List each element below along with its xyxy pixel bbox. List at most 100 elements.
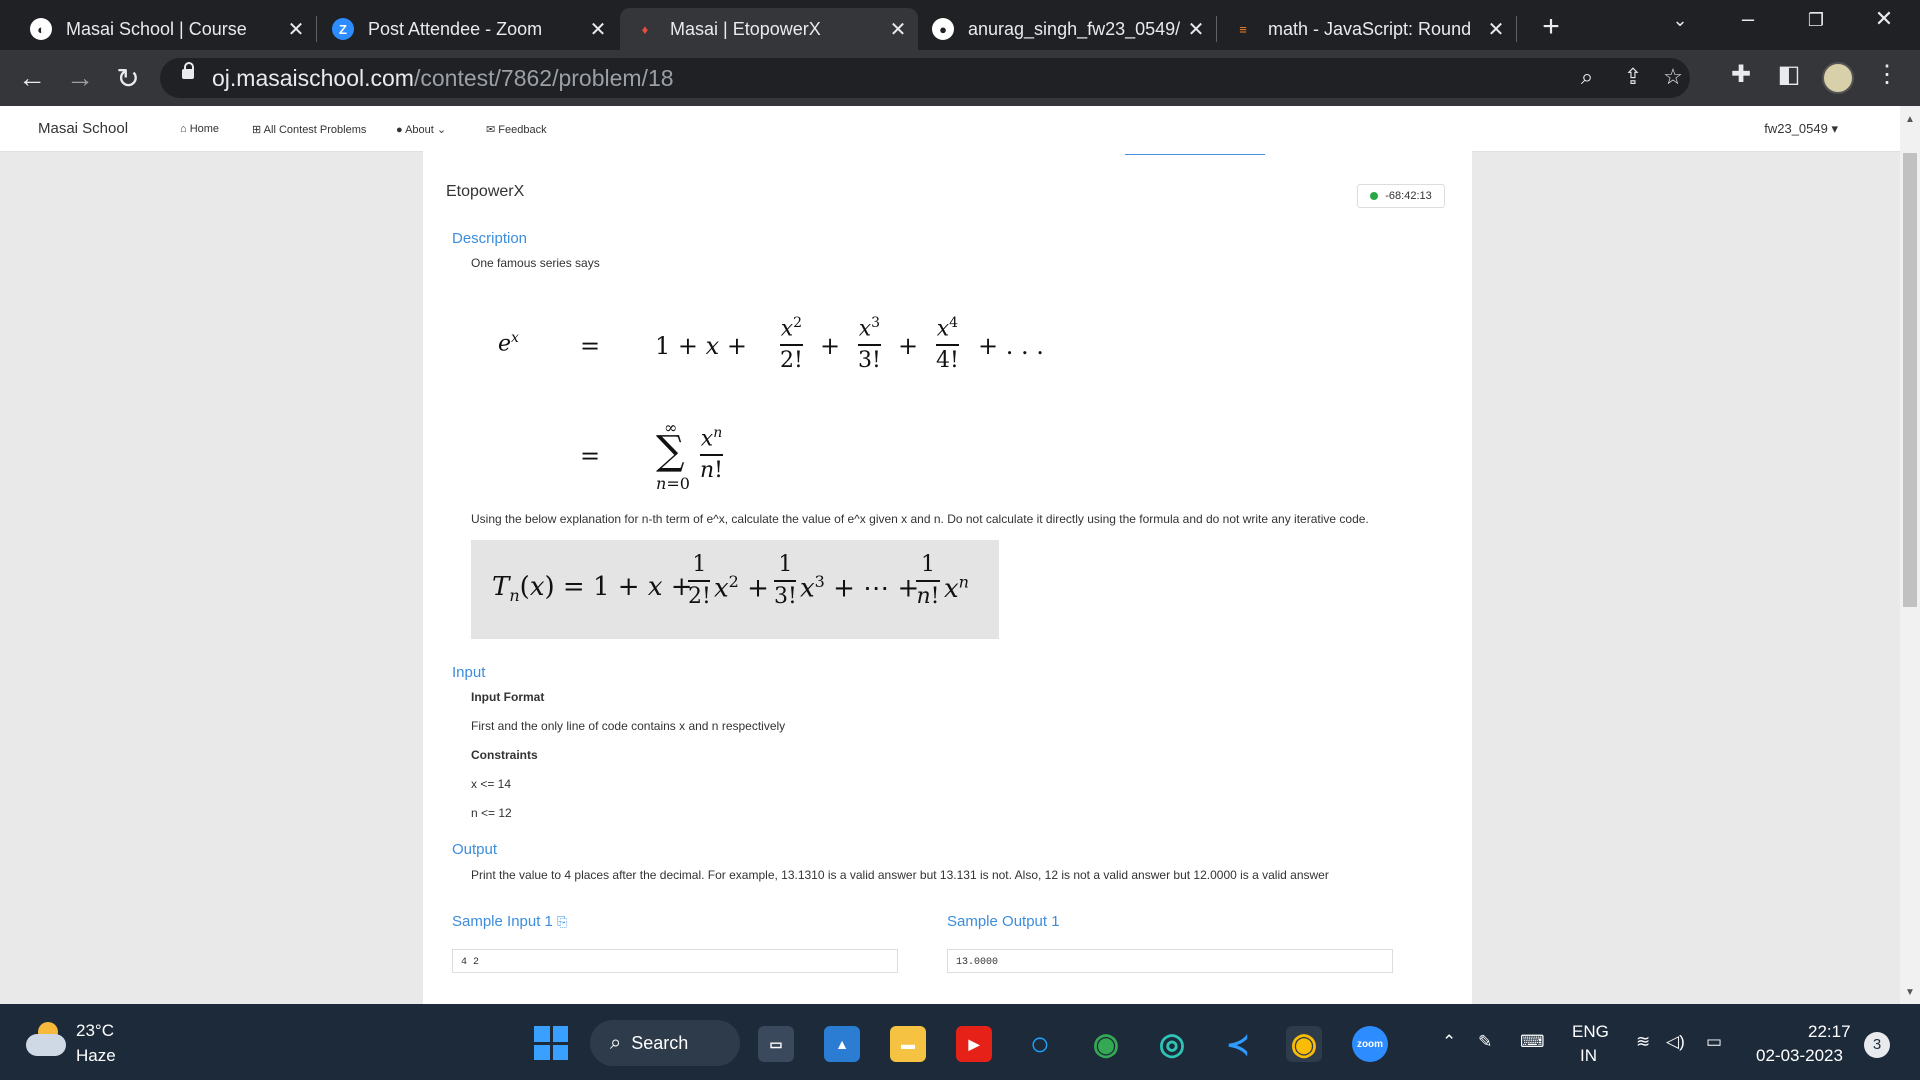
weather-temperature[interactable]: 23°C xyxy=(76,1021,114,1041)
clock-date[interactable]: 02-03-2023 xyxy=(1756,1046,1843,1066)
language-code[interactable]: ENG xyxy=(1572,1022,1609,1042)
search-icon: ⌕ xyxy=(610,1031,622,1054)
constraint-n: n <= 12 xyxy=(471,806,512,820)
restore-icon[interactable]: ❐ xyxy=(1796,10,1836,31)
constraints-heading: Constraints xyxy=(471,748,538,762)
output-text: Print the value to 4 places after the de… xyxy=(471,868,1329,882)
notification-badge[interactable]: 3 xyxy=(1864,1032,1890,1058)
pen-input-icon[interactable]: ✎ xyxy=(1478,1032,1492,1052)
profile-avatar[interactable] xyxy=(1822,62,1854,94)
side-panel-icon[interactable]: ◧ xyxy=(1772,60,1806,89)
tab-github[interactable]: ● anurag_singh_fw23_0549/ ✕ xyxy=(918,8,1216,50)
battery-icon[interactable]: ▭ xyxy=(1706,1032,1722,1052)
site-brand[interactable]: Masai School xyxy=(38,120,128,137)
tab-title: Masai | EtopowerX xyxy=(670,18,821,39)
stackoverflow-icon: ≡ xyxy=(1232,18,1254,40)
search-label: Search xyxy=(631,1032,689,1053)
vscode-icon[interactable]: ≺ xyxy=(1220,1026,1256,1062)
share-icon[interactable]: ⇪ xyxy=(1616,64,1650,90)
volume-icon[interactable]: ◁) xyxy=(1666,1032,1685,1052)
close-tab-icon[interactable]: ✕ xyxy=(284,17,308,42)
tab-masai-course[interactable]: ◐ Masai School | Course ✕ xyxy=(16,8,316,50)
info-icon: ● xyxy=(396,124,406,136)
tab-separator xyxy=(316,16,317,42)
masai-icon: ♦ xyxy=(634,18,656,40)
back-icon[interactable]: ← xyxy=(14,62,50,94)
close-tab-icon[interactable]: ✕ xyxy=(586,17,610,42)
zoom-level-icon[interactable]: ⌕ xyxy=(1570,64,1604,90)
wifi-icon[interactable]: ≋ xyxy=(1636,1032,1650,1052)
address-bar[interactable]: oj.masaischool.com/contest/7862/problem/… xyxy=(160,58,1690,98)
windows-start-icon[interactable] xyxy=(534,1026,568,1060)
tab-stackoverflow[interactable]: ≡ math - JavaScript: Round ✕ xyxy=(1218,8,1516,50)
sample-input-title: Sample Input 1 xyxy=(452,913,553,930)
menu-kebab-icon[interactable]: ⋮ xyxy=(1870,60,1904,89)
minimize-icon[interactable]: – xyxy=(1728,6,1768,32)
chrome-profile-icon[interactable]: ◉ xyxy=(1286,1026,1322,1062)
edge-icon[interactable]: ◎ xyxy=(1154,1026,1190,1062)
weather-condition[interactable]: Haze xyxy=(76,1046,116,1066)
keyboard-icon[interactable]: ⌨ xyxy=(1520,1032,1545,1052)
nav-home[interactable]: ⌂ Home xyxy=(180,123,219,135)
photos-icon[interactable]: ▲ xyxy=(824,1026,860,1062)
nav-all-contest-problems[interactable]: ⊞ All Contest Problems xyxy=(252,123,366,136)
taskbar-search[interactable]: ⌕ Search xyxy=(590,1020,740,1066)
nav-about[interactable]: ● About ⌄ xyxy=(396,123,446,136)
bookmark-star-icon[interactable]: ☆ xyxy=(1656,64,1690,90)
tab-etopowerx[interactable]: ♦ Masai | EtopowerX ✕ xyxy=(620,8,918,50)
close-tab-icon[interactable]: ✕ xyxy=(1184,17,1208,42)
url-text[interactable]: oj.masaischool.com/contest/7862/problem/… xyxy=(212,65,674,92)
close-tab-icon[interactable]: ✕ xyxy=(1484,17,1508,42)
chrome-icon[interactable]: ◉ xyxy=(1088,1026,1124,1062)
tab-title: Masai School | Course xyxy=(66,18,247,39)
tray-overflow-icon[interactable]: ⌃ xyxy=(1442,1032,1456,1052)
description-intro: One famous series says xyxy=(471,256,600,270)
caret-down-icon: ▾ xyxy=(1827,121,1838,136)
address-toolbar: ← → ↻ oj.masaischool.com/contest/7862/pr… xyxy=(0,50,1920,106)
scroll-up-icon[interactable]: ▲ xyxy=(1900,114,1920,125)
grid-icon: ⊞ xyxy=(252,124,264,136)
weather-icon[interactable] xyxy=(26,1022,68,1060)
reload-icon[interactable]: ↻ xyxy=(110,62,146,95)
tab-title: math - JavaScript: Round xyxy=(1268,18,1472,39)
zoom-app-icon[interactable]: zoom xyxy=(1352,1026,1388,1062)
close-tab-icon[interactable]: ✕ xyxy=(886,17,910,42)
clock-time[interactable]: 22:17 xyxy=(1808,1022,1851,1042)
task-view-icon[interactable]: ▭ xyxy=(758,1026,794,1062)
input-format-text: First and the only line of code contains… xyxy=(471,719,786,733)
sample-input-box[interactable]: 4 2 xyxy=(452,949,898,973)
copy-icon[interactable]: ⎘ xyxy=(557,914,567,929)
scrollbar-thumb[interactable] xyxy=(1903,153,1917,607)
tab-zoom[interactable]: Z Post Attendee - Zoom ✕ xyxy=(318,8,618,50)
tab-separator xyxy=(1216,16,1217,42)
user-menu[interactable]: fw23_0549 ▾ xyxy=(1764,121,1838,137)
nav-problems-label: All Contest Problems xyxy=(263,124,367,136)
new-tab-icon[interactable]: + xyxy=(1534,10,1568,44)
instruction-text: Using the below explanation for n-th ter… xyxy=(471,512,1369,526)
extensions-icon[interactable]: ✚ xyxy=(1724,60,1758,89)
constraint-x: x <= 14 xyxy=(471,777,512,791)
nav-home-label: Home xyxy=(189,123,220,135)
globe-icon: ◐ xyxy=(30,18,52,40)
close-window-icon[interactable]: ✕ xyxy=(1864,6,1904,32)
input-format-heading: Input Format xyxy=(471,690,545,704)
sample-output-box[interactable]: 13.0000 xyxy=(947,949,1393,973)
problem-title: EtopowerX xyxy=(446,183,525,200)
sample-input-label: Sample Input 1 ⎘ xyxy=(452,913,567,930)
region-code[interactable]: IN xyxy=(1580,1046,1597,1066)
nav-feedback[interactable]: ✉ Feedback xyxy=(486,123,547,136)
cortana-icon[interactable]: ○ xyxy=(1022,1025,1058,1063)
nav-about-label: About xyxy=(405,124,434,136)
active-tab-indicator xyxy=(1125,151,1265,155)
youtube-icon[interactable]: ▶ xyxy=(956,1026,992,1062)
forward-icon[interactable]: → xyxy=(62,62,98,94)
output-heading: Output xyxy=(452,841,498,858)
tab-title: anurag_singh_fw23_0549/ xyxy=(968,18,1181,39)
scroll-down-icon[interactable]: ▼ xyxy=(1900,987,1920,998)
github-icon: ● xyxy=(932,18,954,40)
file-explorer-icon[interactable]: ▬ xyxy=(890,1026,926,1062)
page-scrollbar[interactable]: ▲ ▼ xyxy=(1900,106,1920,1004)
home-icon: ⌂ xyxy=(180,123,190,135)
tab-search-icon[interactable]: ⌄ xyxy=(1660,10,1700,31)
feedback-icon: ✉ xyxy=(486,124,499,136)
